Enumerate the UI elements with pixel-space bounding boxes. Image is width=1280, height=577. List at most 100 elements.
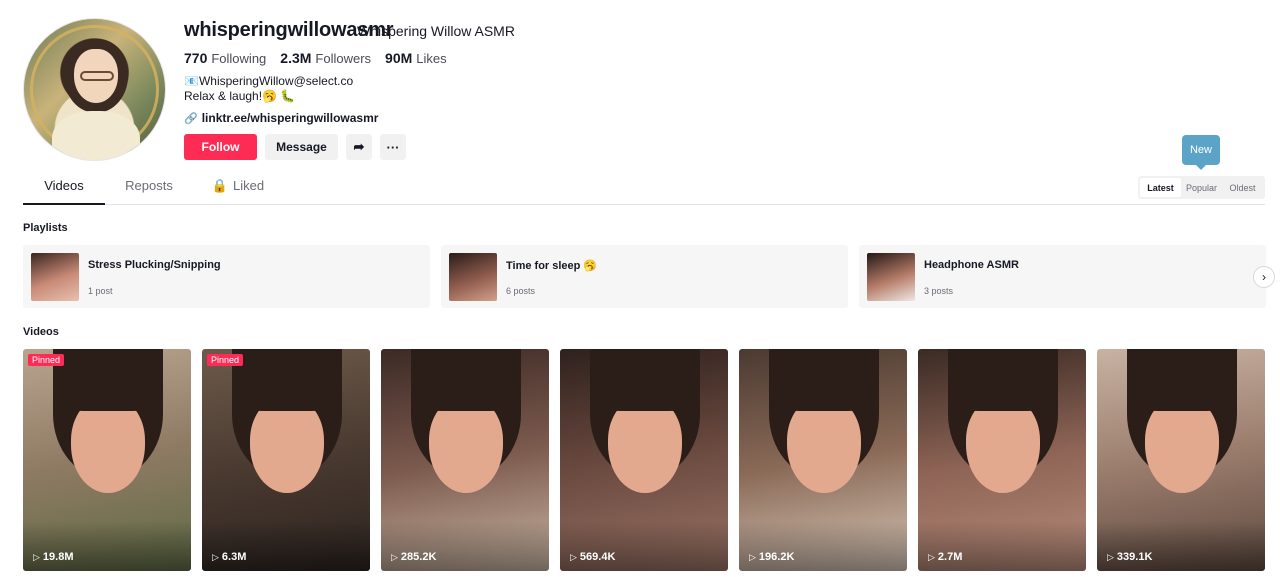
pinned-badge: Pinned	[207, 354, 244, 366]
play-icon: ▷	[1107, 551, 1114, 562]
playlist-name: Headphone ASMR	[924, 259, 1019, 271]
tab-videos[interactable]: Videos	[23, 178, 105, 205]
video-shade	[560, 521, 728, 571]
video-thumbnail-bangs	[783, 371, 865, 411]
new-sort-tooltip: New	[1182, 135, 1220, 170]
video-card[interactable]: Pinned ▷ 19.8M	[23, 349, 191, 571]
video-view-count: ▷ 339.1K	[1107, 551, 1152, 563]
video-card[interactable]: ▷ 196.2K	[739, 349, 907, 571]
more-icon: ···	[386, 139, 400, 155]
chevron-right-icon: ›	[1262, 270, 1266, 284]
playlists-row: Stress Plucking/Snipping 1 post Time for…	[23, 245, 1266, 308]
video-shade	[1097, 521, 1265, 571]
video-grid: Pinned ▷ 19.8M Pinned ▷ 6.3M ▷ 285.2K ▷ 569.…	[23, 349, 1265, 571]
video-thumbnail-face	[429, 397, 503, 493]
play-icon: ▷	[33, 551, 40, 562]
video-card[interactable]: ▷ 285.2K	[381, 349, 549, 571]
tab-liked-label: Liked	[233, 178, 265, 193]
playlists-heading: Playlists	[23, 222, 68, 234]
profile-bio: 📧WhisperingWillow@select.co Relax & laug…	[184, 74, 353, 104]
video-thumbnail-bangs	[425, 371, 507, 411]
view-count-text: 19.8M	[42, 551, 74, 563]
video-thumbnail-bangs	[962, 371, 1044, 411]
video-shade	[23, 521, 191, 571]
playlist-thumbnail	[449, 253, 497, 301]
stat-likes-value: 90M	[385, 50, 413, 66]
profile-stats: 770 Following 2.3M Followers 90M Likes	[184, 50, 447, 66]
playlist-count: 3 posts	[924, 286, 954, 296]
video-thumbnail-face	[966, 397, 1040, 493]
playlist-name: Stress Plucking/Snipping	[88, 259, 221, 271]
playlists-next-button[interactable]: ›	[1253, 266, 1275, 288]
link-icon: 🔗	[184, 112, 198, 125]
video-thumbnail-bangs	[1141, 371, 1223, 411]
message-button[interactable]: Message	[265, 134, 338, 160]
profile-tabs: Videos Reposts 🔒 Liked	[23, 178, 1265, 205]
play-icon: ▷	[570, 551, 577, 562]
video-view-count: ▷ 196.2K	[749, 551, 794, 563]
avatar-body	[52, 111, 140, 160]
video-view-count: ▷ 2.7M	[928, 551, 962, 563]
playlist-count: 6 posts	[506, 286, 536, 296]
profile-link-text: linktr.ee/whisperingwillowasmr	[201, 111, 379, 125]
video-card[interactable]: ▷ 569.4K	[560, 349, 728, 571]
playlist-count: 1 post	[88, 286, 113, 296]
follow-button[interactable]: Follow	[184, 134, 257, 160]
video-shade	[918, 521, 1086, 571]
playlist-thumbnail	[867, 253, 915, 301]
playlist-name: Time for sleep 🥱	[506, 260, 598, 272]
video-thumbnail-bangs	[67, 371, 149, 411]
profile-actions: Follow Message ➦ ···	[184, 134, 406, 160]
play-icon: ▷	[749, 551, 756, 562]
video-thumbnail-face	[608, 397, 682, 493]
profile-link[interactable]: 🔗 linktr.ee/whisperingwillowasmr	[184, 111, 378, 125]
video-thumbnail-face	[1145, 397, 1219, 493]
playlist-card[interactable]: Headphone ASMR 3 posts	[859, 245, 1266, 308]
stat-followers-value: 2.3M	[280, 50, 312, 66]
stat-followers-label: Followers	[315, 51, 372, 66]
tab-reposts[interactable]: Reposts	[113, 178, 185, 204]
profile-nickname: Whispering Willow ASMR	[357, 23, 515, 39]
video-thumbnail-bangs	[604, 371, 686, 411]
playlist-card[interactable]: Time for sleep 🥱 6 posts	[441, 245, 848, 308]
video-card[interactable]: ▷ 339.1K	[1097, 349, 1265, 571]
stat-following[interactable]: 770 Following	[184, 50, 266, 66]
tab-liked[interactable]: 🔒 Liked	[203, 178, 273, 204]
stat-likes-label: Likes	[416, 51, 447, 66]
video-card[interactable]: Pinned ▷ 6.3M	[202, 349, 370, 571]
video-thumbnail-face	[250, 397, 324, 493]
view-count-text: 2.7M	[937, 551, 963, 563]
view-count-text: 339.1K	[1116, 551, 1153, 563]
bio-line-tagline: Relax & laugh!🥱 🐛	[184, 89, 296, 103]
video-view-count: ▷ 569.4K	[570, 551, 615, 563]
video-card[interactable]: ▷ 2.7M	[918, 349, 1086, 571]
video-shade	[202, 521, 370, 571]
stat-likes: 90M Likes	[385, 50, 447, 66]
playlist-thumbnail	[31, 253, 79, 301]
lock-icon: 🔒	[211, 178, 229, 193]
play-icon: ▷	[212, 551, 219, 562]
share-icon: ➦	[353, 139, 365, 154]
play-icon: ▷	[928, 551, 935, 562]
bio-line-email: 📧WhisperingWillow@select.co	[184, 74, 354, 88]
play-icon: ▷	[391, 551, 398, 562]
stat-followers[interactable]: 2.3M Followers	[280, 50, 371, 66]
profile-avatar[interactable]	[23, 18, 166, 161]
videos-heading: Videos	[23, 326, 59, 338]
view-count-text: 285.2K	[400, 551, 437, 563]
video-view-count: ▷ 285.2K	[391, 551, 436, 563]
video-shade	[739, 521, 907, 571]
video-shade	[381, 521, 549, 571]
stat-following-value: 770	[184, 50, 208, 66]
video-view-count: ▷ 19.8M	[33, 551, 74, 563]
video-view-count: ▷ 6.3M	[212, 551, 246, 563]
video-thumbnail-face	[787, 397, 861, 493]
video-thumbnail-face	[71, 397, 145, 493]
view-count-text: 196.2K	[758, 551, 795, 563]
video-thumbnail-bangs	[246, 371, 328, 411]
playlist-card[interactable]: Stress Plucking/Snipping 1 post	[23, 245, 430, 308]
stat-following-label: Following	[211, 51, 267, 66]
share-button[interactable]: ➦	[346, 134, 372, 160]
more-options-button[interactable]: ···	[380, 134, 406, 160]
avatar-glasses	[80, 71, 114, 81]
